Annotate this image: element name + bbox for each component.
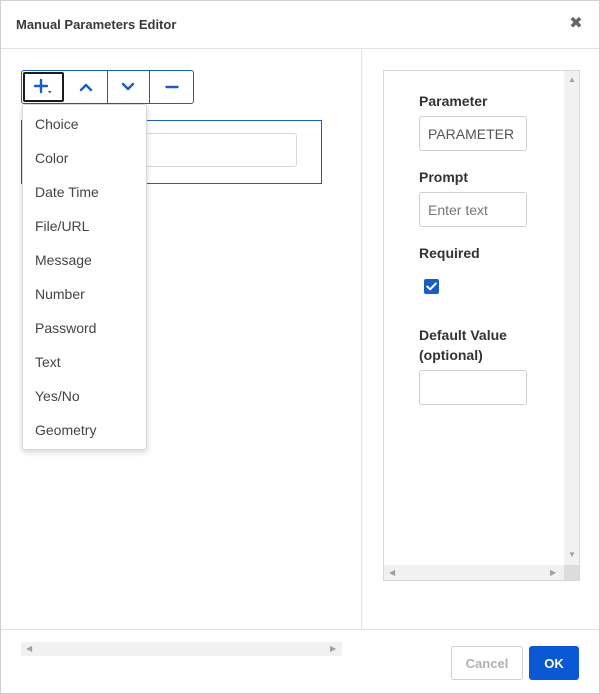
menu-item-date-time[interactable]: Date Time <box>23 175 146 209</box>
properties-horizontal-scrollbar[interactable]: ◀ ▶ <box>384 565 565 580</box>
cancel-button[interactable]: Cancel <box>451 646 523 680</box>
scrollbar-corner <box>564 565 579 580</box>
prompt-input[interactable] <box>419 192 527 227</box>
scroll-down-icon[interactable]: ▼ <box>568 551 576 559</box>
menu-item-color[interactable]: Color <box>23 141 146 175</box>
close-icon[interactable]: ✖ <box>567 14 585 32</box>
move-up-button[interactable] <box>65 71 108 103</box>
parameter-list-item-field[interactable] <box>142 133 297 167</box>
manual-parameters-editor-dialog: Manual Parameters Editor ✖ ◀ ▶ Choice Co… <box>0 0 600 694</box>
chevron-down-icon <box>122 82 135 91</box>
required-checkbox[interactable] <box>424 279 439 294</box>
parameter-name-input[interactable] <box>419 116 527 151</box>
move-down-button[interactable] <box>108 71 151 103</box>
menu-item-geometry[interactable]: Geometry <box>23 413 146 447</box>
add-parameter-button[interactable] <box>23 72 64 102</box>
parameter-label: Parameter <box>419 93 488 109</box>
chevron-up-icon <box>79 83 92 92</box>
parameters-toolbar <box>21 70 194 104</box>
scroll-left-icon[interactable]: ◀ <box>389 569 395 577</box>
minus-icon <box>164 85 179 89</box>
menu-item-password[interactable]: Password <box>23 311 146 345</box>
menu-item-number[interactable]: Number <box>23 277 146 311</box>
ok-button[interactable]: OK <box>529 646 579 680</box>
dialog-footer: Cancel OK <box>1 629 599 693</box>
menu-item-yes-no[interactable]: Yes/No <box>23 379 146 413</box>
prompt-label: Prompt <box>419 169 468 185</box>
parameter-type-menu: Choice Color Date Time File/URL Message … <box>22 104 147 450</box>
menu-item-choice[interactable]: Choice <box>23 107 146 141</box>
menu-item-file-url[interactable]: File/URL <box>23 209 146 243</box>
properties-vertical-scrollbar[interactable]: ▲ ▼ <box>564 71 579 566</box>
plus-dropdown-icon <box>34 78 52 94</box>
remove-parameter-button[interactable] <box>150 71 193 103</box>
default-value-optional-label: (optional) <box>419 347 483 363</box>
default-value-label: Default Value <box>419 327 507 343</box>
parameter-properties-panel: Parameter Prompt Required Default Value … <box>383 70 580 581</box>
required-label: Required <box>419 245 480 261</box>
dialog-title: Manual Parameters Editor <box>16 17 177 32</box>
checkmark-icon <box>426 282 437 291</box>
scroll-right-icon[interactable]: ▶ <box>550 569 556 577</box>
scroll-up-icon[interactable]: ▲ <box>568 76 576 84</box>
dialog-header: Manual Parameters Editor ✖ <box>1 1 599 49</box>
default-value-input[interactable] <box>419 370 527 405</box>
menu-item-message[interactable]: Message <box>23 243 146 277</box>
menu-item-text[interactable]: Text <box>23 345 146 379</box>
